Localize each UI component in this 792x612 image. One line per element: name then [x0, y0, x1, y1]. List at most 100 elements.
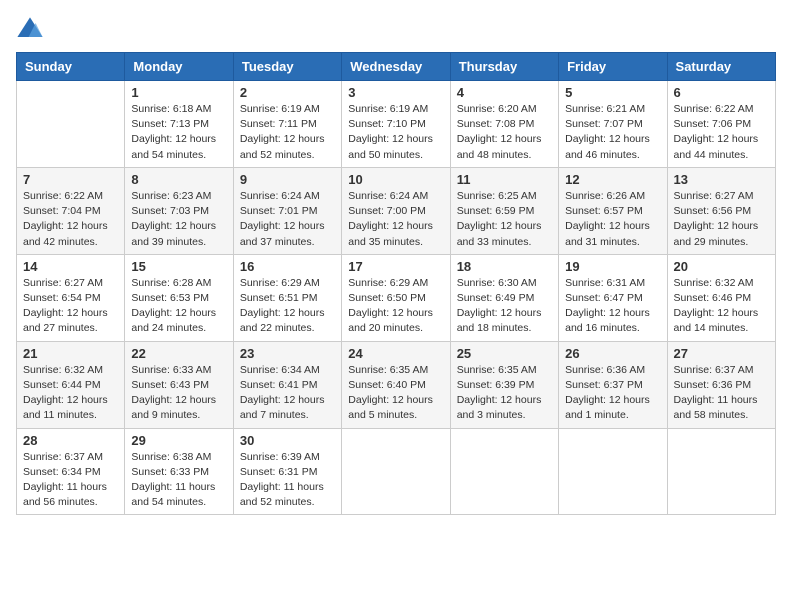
day-number: 16 [240, 259, 335, 274]
calendar-cell [667, 428, 775, 515]
calendar-week-row: 28 Sunrise: 6:37 AMSunset: 6:34 PMDayligh… [17, 428, 776, 515]
day-number: 9 [240, 172, 335, 187]
day-number: 23 [240, 346, 335, 361]
day-info: Sunrise: 6:31 AMSunset: 6:47 PMDaylight:… [565, 276, 660, 337]
page-header [16, 16, 776, 44]
day-number: 22 [131, 346, 226, 361]
day-number: 3 [348, 85, 443, 100]
logo [16, 16, 48, 44]
day-info: Sunrise: 6:35 AMSunset: 6:39 PMDaylight:… [457, 363, 552, 424]
calendar-header-tuesday: Tuesday [233, 53, 341, 81]
calendar-cell: 14 Sunrise: 6:27 AMSunset: 6:54 PMDayligh… [17, 254, 125, 341]
day-number: 14 [23, 259, 118, 274]
day-info: Sunrise: 6:24 AMSunset: 7:00 PMDaylight:… [348, 189, 443, 250]
day-info: Sunrise: 6:21 AMSunset: 7:07 PMDaylight:… [565, 102, 660, 163]
calendar-cell [559, 428, 667, 515]
calendar-cell: 2 Sunrise: 6:19 AMSunset: 7:11 PMDaylight… [233, 81, 341, 168]
calendar-cell: 12 Sunrise: 6:26 AMSunset: 6:57 PMDayligh… [559, 167, 667, 254]
calendar-cell: 16 Sunrise: 6:29 AMSunset: 6:51 PMDayligh… [233, 254, 341, 341]
day-info: Sunrise: 6:20 AMSunset: 7:08 PMDaylight:… [457, 102, 552, 163]
day-info: Sunrise: 6:18 AMSunset: 7:13 PMDaylight:… [131, 102, 226, 163]
calendar-cell: 9Sunrise: 6:24 AMSunset: 7:01 PMDaylight… [233, 167, 341, 254]
day-info: Sunrise: 6:23 AMSunset: 7:03 PMDaylight:… [131, 189, 226, 250]
day-number: 8 [131, 172, 226, 187]
day-number: 29 [131, 433, 226, 448]
day-info: Sunrise: 6:36 AMSunset: 6:37 PMDaylight:… [565, 363, 660, 424]
day-number: 11 [457, 172, 552, 187]
day-number: 28 [23, 433, 118, 448]
day-info: Sunrise: 6:34 AMSunset: 6:41 PMDaylight:… [240, 363, 335, 424]
day-info: Sunrise: 6:38 AMSunset: 6:33 PMDaylight:… [131, 450, 226, 511]
day-info: Sunrise: 6:29 AMSunset: 6:51 PMDaylight:… [240, 276, 335, 337]
calendar-cell: 30 Sunrise: 6:39 AMSunset: 6:31 PMDayligh… [233, 428, 341, 515]
day-info: Sunrise: 6:27 AMSunset: 6:54 PMDaylight:… [23, 276, 118, 337]
day-info: Sunrise: 6:30 AMSunset: 6:49 PMDaylight:… [457, 276, 552, 337]
day-info: Sunrise: 6:35 AMSunset: 6:40 PMDaylight:… [348, 363, 443, 424]
day-number: 20 [674, 259, 769, 274]
day-number: 6 [674, 85, 769, 100]
calendar-cell: 26 Sunrise: 6:36 AMSunset: 6:37 PMDayligh… [559, 341, 667, 428]
day-info: Sunrise: 6:33 AMSunset: 6:43 PMDaylight:… [131, 363, 226, 424]
calendar-cell [450, 428, 558, 515]
calendar-cell: 18 Sunrise: 6:30 AMSunset: 6:49 PMDayligh… [450, 254, 558, 341]
calendar-header-friday: Friday [559, 53, 667, 81]
day-number: 26 [565, 346, 660, 361]
day-number: 13 [674, 172, 769, 187]
day-number: 1 [131, 85, 226, 100]
day-number: 24 [348, 346, 443, 361]
day-number: 19 [565, 259, 660, 274]
calendar-cell: 19 Sunrise: 6:31 AMSunset: 6:47 PMDayligh… [559, 254, 667, 341]
calendar: SundayMondayTuesdayWednesdayThursdayFrid… [16, 52, 776, 515]
calendar-header-saturday: Saturday [667, 53, 775, 81]
calendar-cell: 20 Sunrise: 6:32 AMSunset: 6:46 PMDayligh… [667, 254, 775, 341]
calendar-cell: 13Sunrise: 6:27 AMSunset: 6:56 PMDayligh… [667, 167, 775, 254]
day-number: 5 [565, 85, 660, 100]
day-info: Sunrise: 6:32 AMSunset: 6:44 PMDaylight:… [23, 363, 118, 424]
day-info: Sunrise: 6:37 AMSunset: 6:34 PMDaylight:… [23, 450, 118, 511]
day-number: 25 [457, 346, 552, 361]
day-info: Sunrise: 6:39 AMSunset: 6:31 PMDaylight:… [240, 450, 335, 511]
day-number: 4 [457, 85, 552, 100]
calendar-cell [17, 81, 125, 168]
day-number: 18 [457, 259, 552, 274]
day-info: Sunrise: 6:22 AMSunset: 7:06 PMDaylight:… [674, 102, 769, 163]
calendar-cell: 15 Sunrise: 6:28 AMSunset: 6:53 PMDayligh… [125, 254, 233, 341]
day-number: 30 [240, 433, 335, 448]
day-info: Sunrise: 6:25 AMSunset: 6:59 PMDaylight:… [457, 189, 552, 250]
day-info: Sunrise: 6:19 AMSunset: 7:11 PMDaylight:… [240, 102, 335, 163]
calendar-cell: 11 Sunrise: 6:25 AMSunset: 6:59 PMDayligh… [450, 167, 558, 254]
calendar-cell: 22 Sunrise: 6:33 AMSunset: 6:43 PMDayligh… [125, 341, 233, 428]
calendar-cell: 25 Sunrise: 6:35 AMSunset: 6:39 PMDayligh… [450, 341, 558, 428]
calendar-cell: 3Sunrise: 6:19 AMSunset: 7:10 PMDaylight… [342, 81, 450, 168]
calendar-week-row: 21 Sunrise: 6:32 AMSunset: 6:44 PMDayligh… [17, 341, 776, 428]
day-info: Sunrise: 6:37 AMSunset: 6:36 PMDaylight:… [674, 363, 769, 424]
calendar-header-sunday: Sunday [17, 53, 125, 81]
calendar-cell: 1 Sunrise: 6:18 AMSunset: 7:13 PMDaylight… [125, 81, 233, 168]
day-number: 12 [565, 172, 660, 187]
calendar-cell: 17 Sunrise: 6:29 AMSunset: 6:50 PMDayligh… [342, 254, 450, 341]
calendar-week-row: 7Sunrise: 6:22 AMSunset: 7:04 PMDaylight… [17, 167, 776, 254]
calendar-cell: 23 Sunrise: 6:34 AMSunset: 6:41 PMDayligh… [233, 341, 341, 428]
calendar-header-thursday: Thursday [450, 53, 558, 81]
calendar-cell: 10 Sunrise: 6:24 AMSunset: 7:00 PMDayligh… [342, 167, 450, 254]
day-info: Sunrise: 6:22 AMSunset: 7:04 PMDaylight:… [23, 189, 118, 250]
day-info: Sunrise: 6:32 AMSunset: 6:46 PMDaylight:… [674, 276, 769, 337]
calendar-cell [342, 428, 450, 515]
calendar-header-wednesday: Wednesday [342, 53, 450, 81]
day-info: Sunrise: 6:29 AMSunset: 6:50 PMDaylight:… [348, 276, 443, 337]
day-info: Sunrise: 6:28 AMSunset: 6:53 PMDaylight:… [131, 276, 226, 337]
calendar-cell: 5 Sunrise: 6:21 AMSunset: 7:07 PMDaylight… [559, 81, 667, 168]
calendar-cell: 4 Sunrise: 6:20 AMSunset: 7:08 PMDaylight… [450, 81, 558, 168]
day-number: 21 [23, 346, 118, 361]
day-number: 2 [240, 85, 335, 100]
calendar-header-row: SundayMondayTuesdayWednesdayThursdayFrid… [17, 53, 776, 81]
calendar-cell: 6 Sunrise: 6:22 AMSunset: 7:06 PMDaylight… [667, 81, 775, 168]
day-info: Sunrise: 6:26 AMSunset: 6:57 PMDaylight:… [565, 189, 660, 250]
calendar-cell: 24 Sunrise: 6:35 AMSunset: 6:40 PMDayligh… [342, 341, 450, 428]
day-number: 17 [348, 259, 443, 274]
calendar-week-row: 1 Sunrise: 6:18 AMSunset: 7:13 PMDaylight… [17, 81, 776, 168]
calendar-cell: 7Sunrise: 6:22 AMSunset: 7:04 PMDaylight… [17, 167, 125, 254]
calendar-cell: 8 Sunrise: 6:23 AMSunset: 7:03 PMDaylight… [125, 167, 233, 254]
day-number: 10 [348, 172, 443, 187]
day-number: 15 [131, 259, 226, 274]
